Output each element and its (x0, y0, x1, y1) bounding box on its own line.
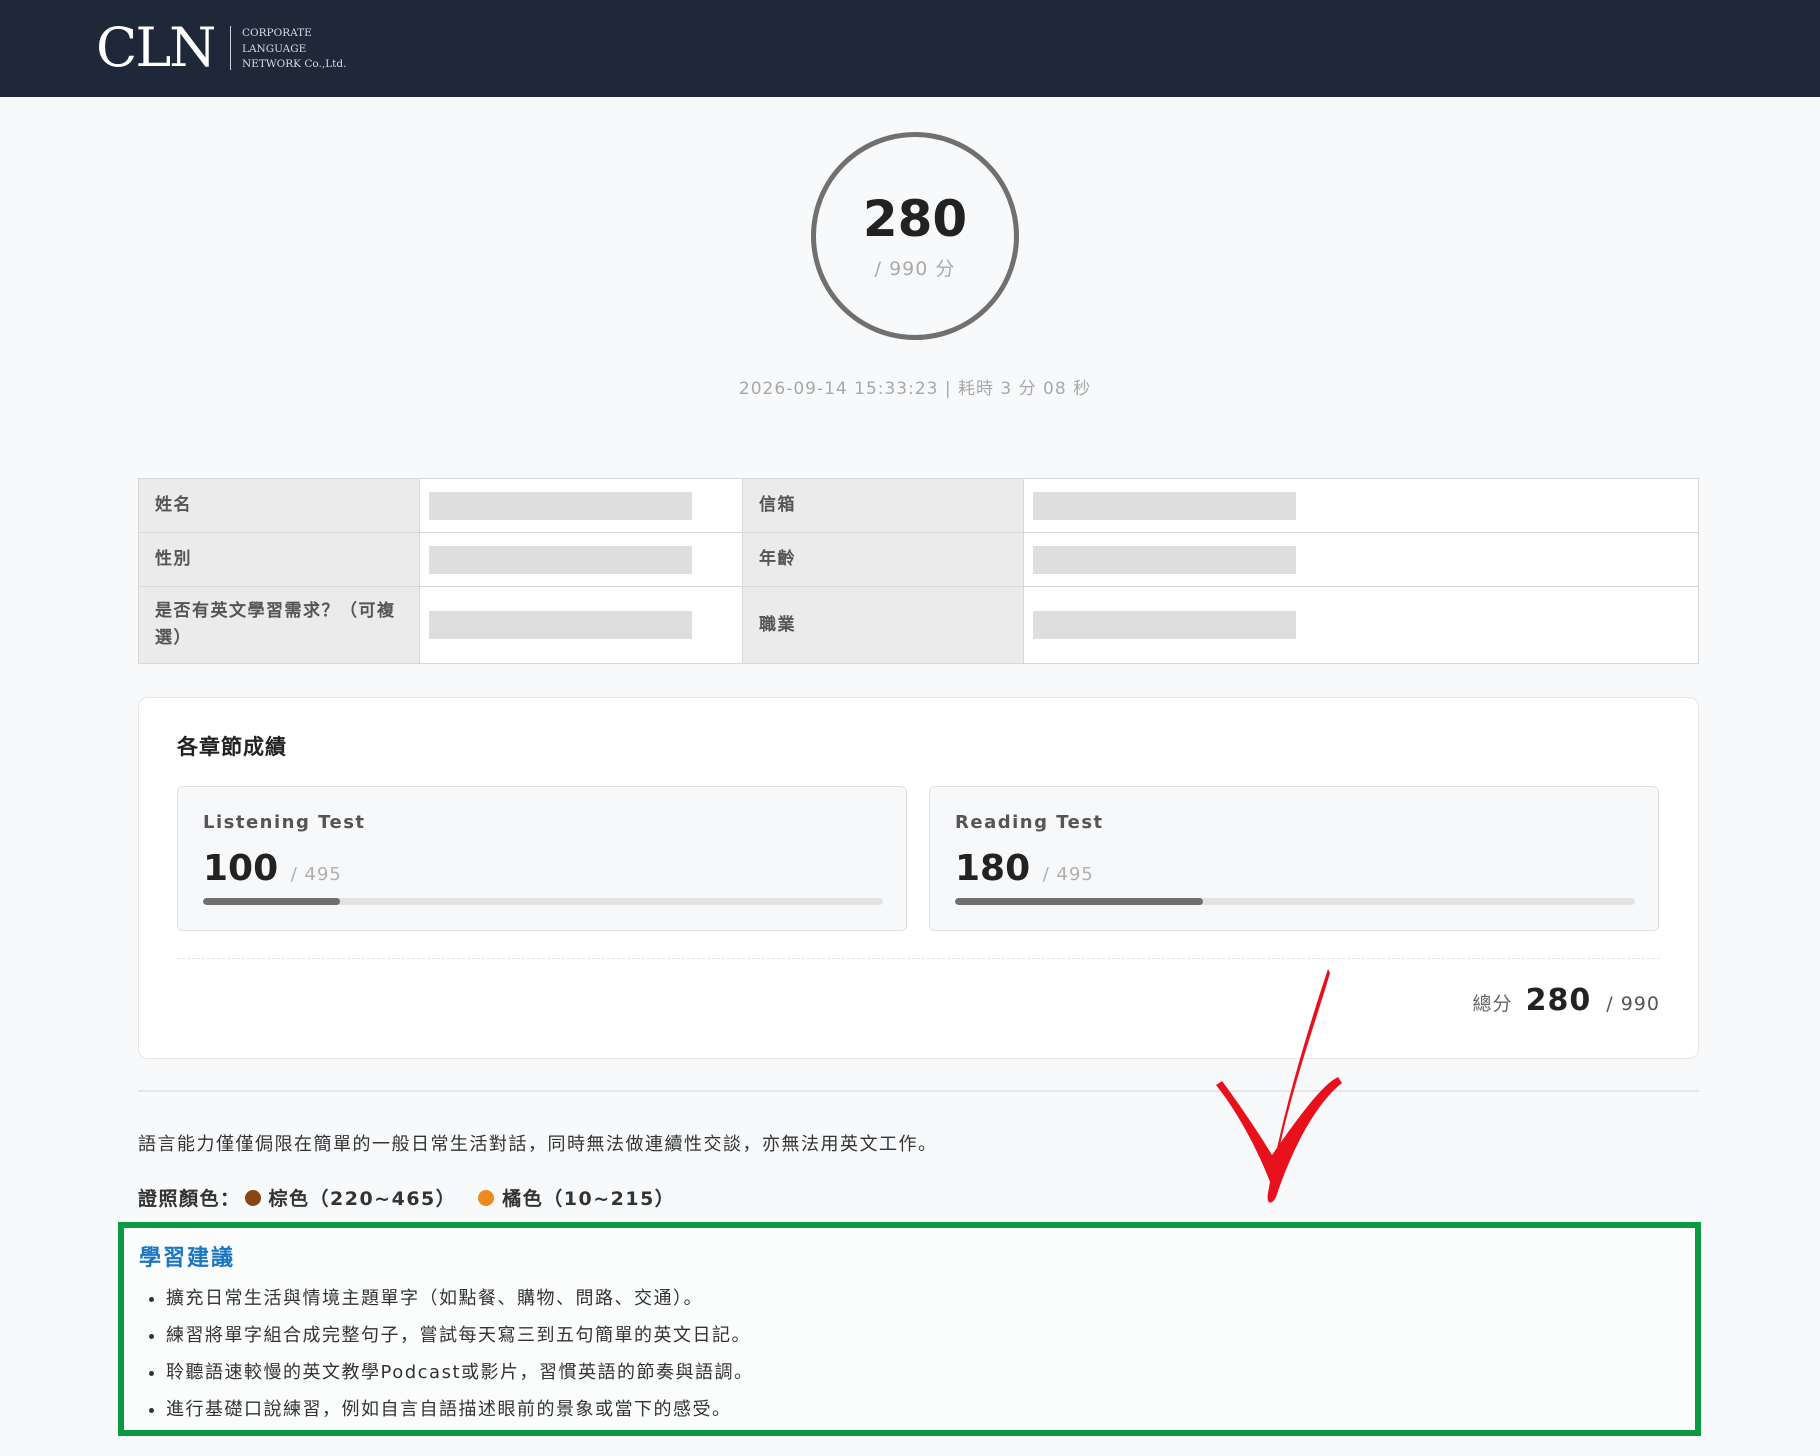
ability-description: 語言能力僅僅侷限在簡單的一般日常生活對話，同時無法做連續性交談，亦無法用英文工作… (138, 1134, 938, 1155)
total-label: 總分 (1472, 993, 1513, 1015)
logo-company-name: CORPORATE LANGUAGE NETWORK Co.,Ltd. (242, 26, 362, 73)
profile-row: 性別 年齡 (138, 532, 1699, 587)
certificate-item-text: 棕色（220~465） (268, 1188, 457, 1210)
total-score-summary: 總分 280 / 990 (1473, 983, 1660, 1018)
divider (177, 958, 1660, 959)
email-label: 信箱 (742, 478, 1024, 533)
job-label: 職業 (742, 586, 1024, 664)
certificate-item-orange: 橘色（10~215） (474, 1184, 675, 1211)
orange-dot-icon (478, 1189, 495, 1206)
test-meta-info: 2026-09-14 15:33:23 | 耗時 3 分 08 秒 (738, 379, 1092, 399)
total-score-value: 280 (862, 190, 968, 248)
top-header-bar: CLN CORPORATE LANGUAGE NETWORK Co.,Ltd. (0, 0, 1820, 97)
listening-test-name: Listening Test (203, 812, 366, 833)
total-score-circle: 280 / 990 分 (811, 132, 1019, 340)
learning-advice-list: 擴充日常生活與情境主題單字（如點餐、購物、問路、交通）。 練習將單字組合成完整句… (144, 1280, 754, 1428)
list-item: 擴充日常生活與情境主題單字（如點餐、購物、問路、交通）。 (166, 1280, 754, 1317)
age-label: 年齡 (742, 532, 1024, 587)
learning-advice-box: 學習建議 擴充日常生活與情境主題單字（如點餐、購物、問路、交通）。 練習將單字組… (118, 1222, 1701, 1436)
learning-need-label: 是否有英文學習需求？（可複選） (138, 586, 420, 664)
listening-score: 100 / 495 (203, 847, 342, 897)
red-checkmark-annotation-icon (1216, 969, 1342, 1203)
list-item: 進行基礎口說練習，例如自言自語描述眼前的景象或當下的感受。 (166, 1391, 754, 1428)
gender-value (419, 532, 743, 587)
brown-dot-icon (244, 1189, 261, 1206)
profile-table: 姓名 信箱 性別 年齡 是否有英文學習需求？（可複選） 職業 (138, 478, 1699, 664)
certificate-item-brown: 棕色（220~465） (241, 1184, 457, 1211)
job-value (1023, 586, 1699, 664)
divider (138, 1090, 1699, 1092)
name-label: 姓名 (138, 478, 420, 533)
list-item: 聆聽語速較慢的英文教學Podcast或影片，習慣英語的節奏與語調。 (166, 1354, 754, 1391)
section-scores-title: 各章節成績 (177, 735, 287, 759)
logo-line-2: LANGUAGE (242, 42, 307, 55)
reading-score: 180 / 495 (955, 847, 1094, 897)
name-value (419, 478, 743, 533)
logo-mark: CLN (96, 16, 216, 79)
redacted-value (429, 491, 692, 520)
listening-score-value: 100 (203, 848, 279, 889)
list-item: 練習將單字組合成完整句子，嘗試每天寫三到五句簡單的英文日記。 (166, 1317, 754, 1354)
listening-progress-bar (203, 898, 883, 905)
reading-score-value: 180 (955, 848, 1031, 889)
redacted-value (1033, 611, 1296, 639)
reading-score-max: / 495 (1042, 864, 1094, 885)
certificate-item-text: 橘色（10~215） (502, 1188, 676, 1210)
gender-label: 性別 (138, 532, 420, 587)
total-score-number: 280 (1525, 983, 1592, 1018)
listening-progress-fill (203, 898, 341, 905)
reading-progress-bar (955, 898, 1635, 905)
profile-row: 是否有英文學習需求？（可複選） 職業 (138, 586, 1699, 664)
certificate-label: 證照顏色： (138, 1188, 241, 1210)
reading-score-card: Reading Test 180 / 495 (929, 786, 1659, 931)
redacted-value (429, 611, 692, 639)
redacted-value (429, 545, 692, 574)
logo-divider (230, 26, 231, 70)
total-score-max: / 990 分 (874, 258, 956, 280)
email-value (1023, 478, 1699, 533)
learning-need-value (419, 586, 743, 664)
reading-test-name: Reading Test (955, 812, 1104, 833)
section-scores-panel: 各章節成績 Listening Test 100 / 495 Reading T… (138, 697, 1699, 1059)
certificate-colors: 證照顏色： 棕色（220~465） 橘色（10~215） (138, 1184, 693, 1211)
listening-score-max: / 495 (290, 864, 342, 885)
age-value (1023, 532, 1699, 587)
profile-row: 姓名 信箱 (138, 478, 1699, 533)
reading-progress-fill (955, 898, 1203, 905)
learning-advice-title: 學習建議 (139, 1246, 236, 1271)
logo-line-3: NETWORK Co.,Ltd. (242, 58, 347, 70)
redacted-value (1033, 491, 1296, 520)
listening-score-card: Listening Test 100 / 495 (177, 786, 907, 931)
redacted-value (1033, 545, 1296, 574)
total-score-max-summary: / 990 (1606, 993, 1660, 1015)
logo-line-1: CORPORATE (242, 27, 312, 39)
